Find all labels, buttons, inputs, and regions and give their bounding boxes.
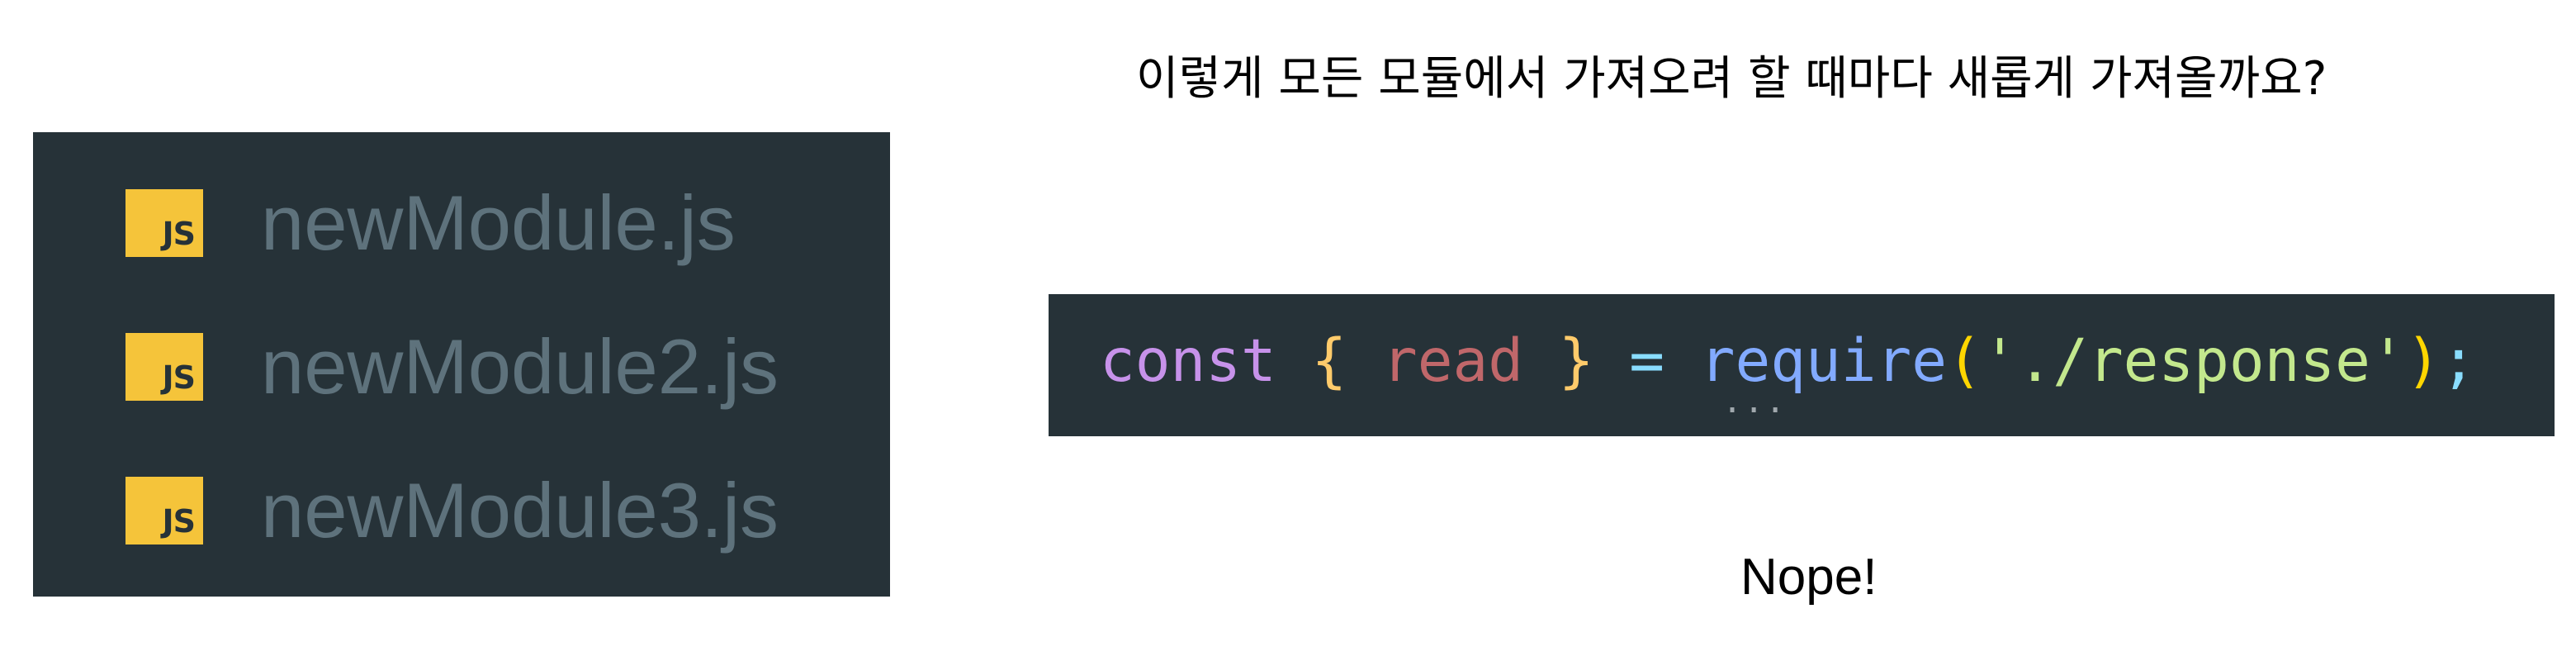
code-hint-dots: ... — [1722, 383, 1788, 421]
file-explorer: JS newModule.js JS newModule2.js JS newM… — [33, 132, 890, 597]
answer-text: Nope! — [1740, 549, 1878, 606]
question-heading: 이렇게 모든 모듈에서 가져오려 할 때마다 새롭게 가져올까요? — [1136, 52, 2327, 106]
file-name: newModule.js — [261, 179, 736, 266]
js-file-icon: JS — [125, 333, 203, 401]
code-brace-open: { — [1311, 326, 1347, 395]
code-snippet: const { read } = require('./response'); — [1049, 294, 2555, 436]
code-keyword: const — [1100, 326, 1276, 395]
js-file-icon: JS — [125, 477, 203, 544]
code-paren-open: ( — [1946, 326, 1982, 395]
code-semicolon: ; — [2441, 326, 2477, 395]
file-item-newmodule[interactable]: JS newModule.js — [33, 165, 890, 281]
code-brace-close: } — [1558, 326, 1594, 395]
code-operator: = — [1629, 326, 1664, 395]
code-variable: read — [1381, 326, 1523, 395]
code-paren-close: ) — [2405, 326, 2441, 395]
file-name: newModule2.js — [261, 323, 779, 410]
page: JS newModule.js JS newModule2.js JS newM… — [0, 0, 2576, 661]
file-name: newModule3.js — [261, 467, 779, 554]
file-item-newmodule2[interactable]: JS newModule2.js — [33, 309, 890, 425]
js-file-icon: JS — [125, 189, 203, 257]
file-item-newmodule3[interactable]: JS newModule3.js — [33, 453, 890, 568]
code-string: './response' — [1982, 326, 2406, 395]
code-line: const { read } = require('./response'); — [1100, 326, 2476, 396]
